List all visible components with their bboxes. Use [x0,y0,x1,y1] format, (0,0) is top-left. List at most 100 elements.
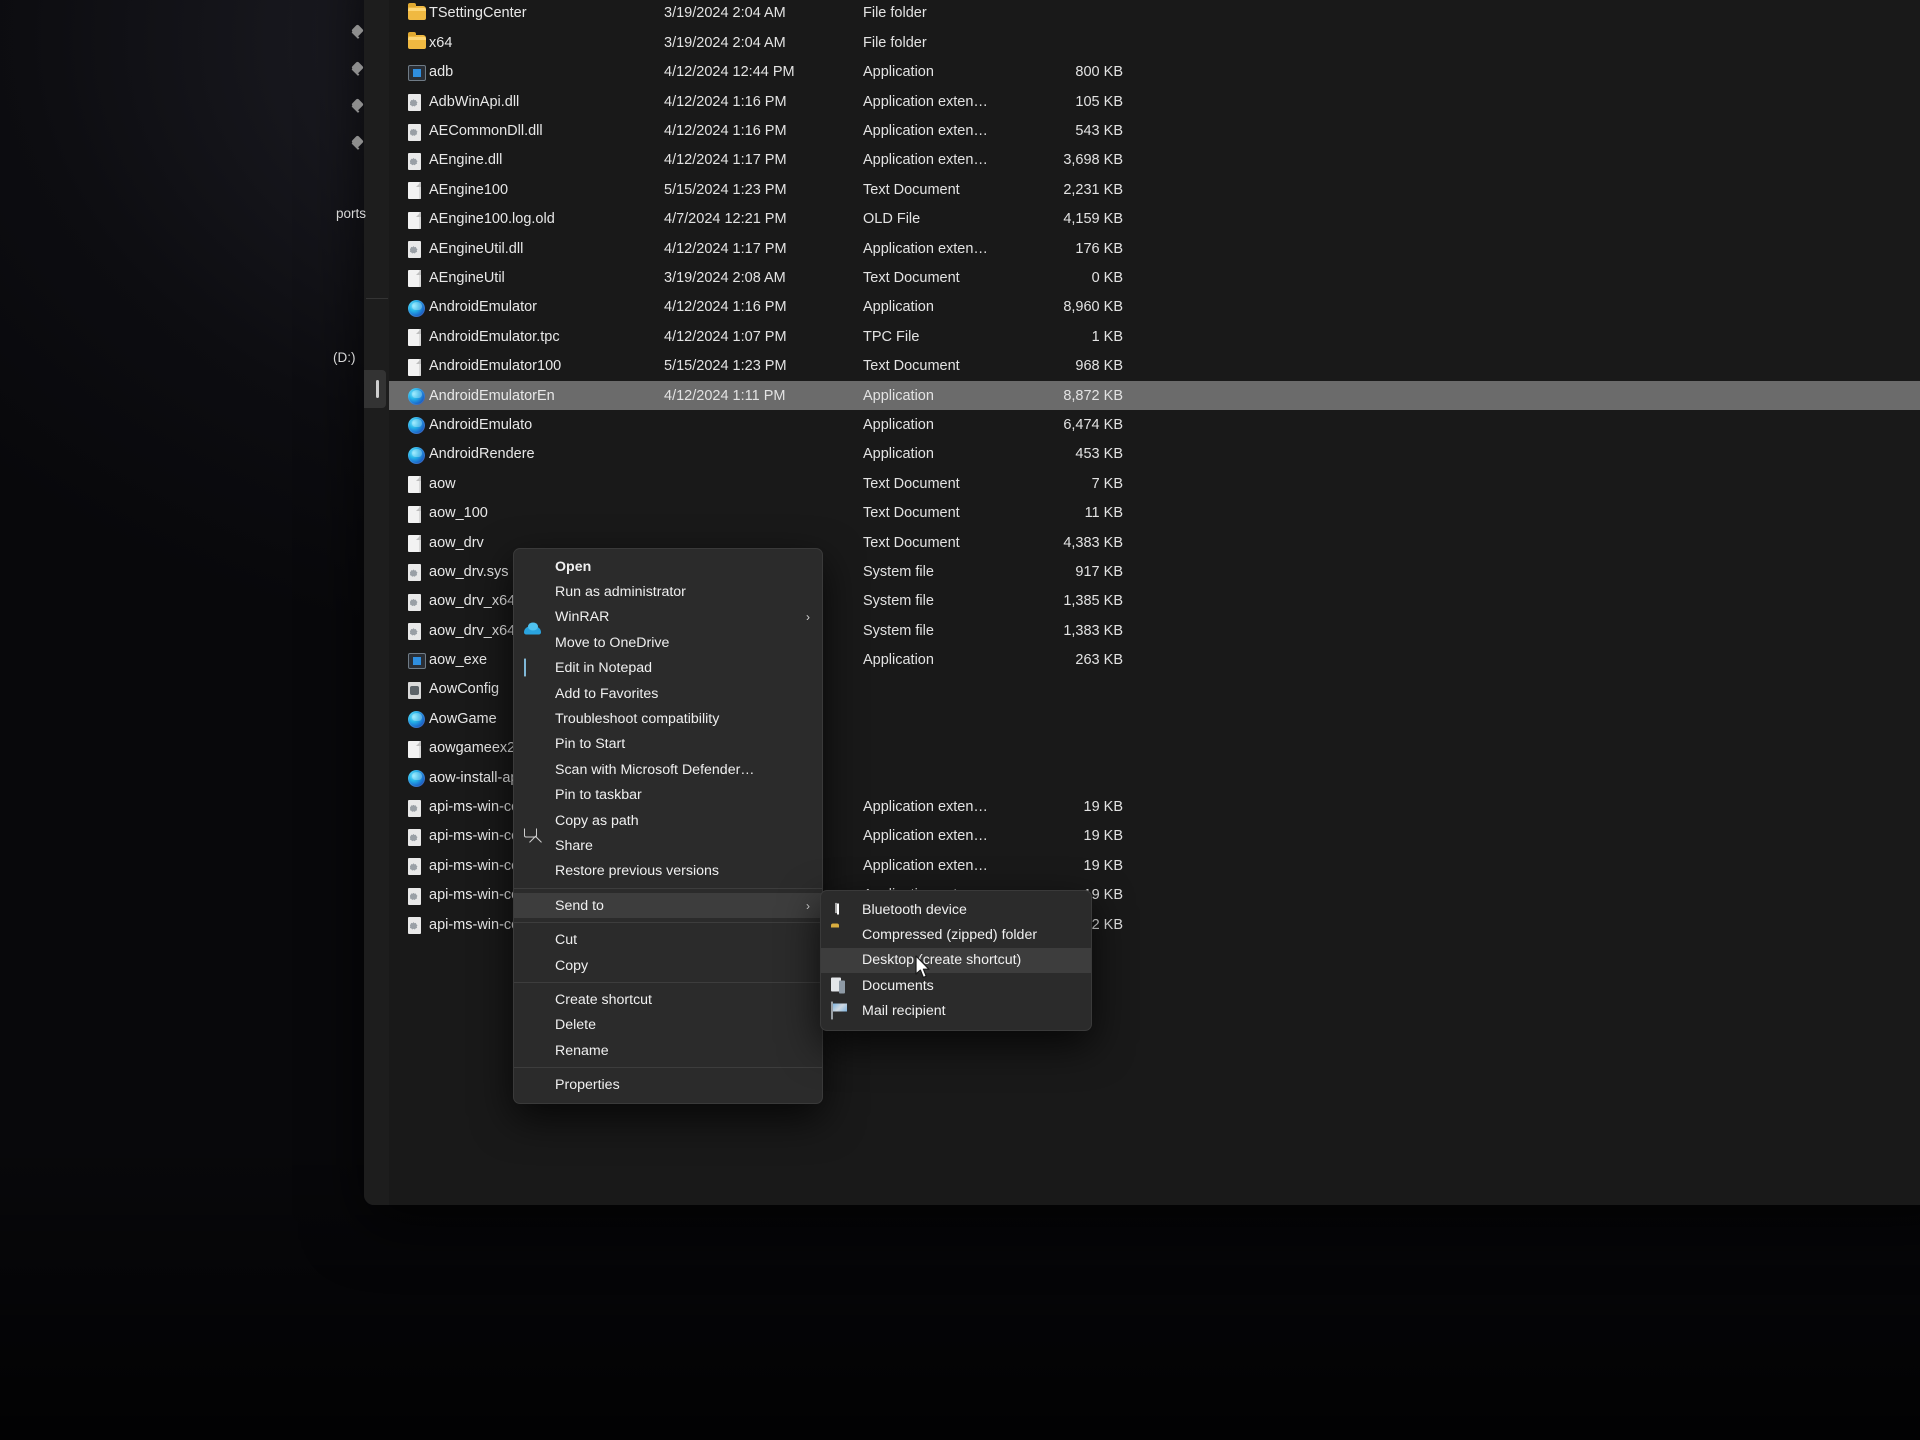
table-row[interactable]: AdbWinApi.dll 4/12/2024 1:16 PM Applicatio… [389,87,1920,116]
file-size: 19 KB [1083,828,1124,845]
menu-item-copy[interactable]: Copy [514,953,822,978]
menu-separator [514,888,822,890]
menu-item-edit-in-notepad[interactable]: Edit in Notepad [514,656,822,681]
table-row[interactable]: adb 4/12/2024 12:44 PM Application 800 KB [389,58,1920,87]
table-row[interactable]: AndroidEmulator100 5/15/2024 1:23 PM Text … [389,351,1920,380]
menu-item-add-to-favorites[interactable]: Add to Favorites [514,681,822,706]
file-name: AndroidEmulator [429,299,537,316]
file-size: 6,474 KB [1063,416,1123,433]
table-row[interactable]: x64 3/19/2024 2:04 AM File folder [389,28,1920,57]
file-icon-cell [403,593,429,611]
table-row[interactable]: AEngine.dll 4/12/2024 1:17 PM Application … [389,146,1920,175]
file-type: Application [863,652,934,669]
file-icon-cell [403,652,429,669]
submenu-item-compressed-zipped-folder[interactable]: Compressed (zipped) folder [821,922,1091,947]
table-row[interactable]: AndroidEmulator.tpc 4/12/2024 1:07 PM TPC … [389,322,1920,351]
submenu-item-desktop-create-shortcut[interactable]: Desktop (create shortcut) [821,947,1091,974]
file-icon-cell [403,299,429,317]
config-icon [407,681,425,699]
documents-icon [831,977,848,994]
pin-icon[interactable] [350,100,365,115]
file-name: AEngine.dll [429,152,503,169]
file-size: 3,698 KB [1063,152,1123,169]
menu-item-open[interactable]: Open [514,554,822,579]
menu-item-scan-with-microsoft-defender[interactable]: Scan with Microsoft Defender… [514,757,822,782]
context-menu[interactable]: Open Run as administrator WinRAR › Move to O… [513,548,823,1104]
sidebar-item-selected-sliver[interactable] [364,370,386,408]
menu-item-copy-as-path[interactable]: Copy as path [514,808,822,833]
menu-item-restore-previous-versions[interactable]: Restore previous versions [514,859,822,884]
table-row[interactable]: AEngine100.log.old 4/7/2024 12:21 PM OLD F… [389,205,1920,234]
edge-app-icon [407,769,425,788]
submenu-item-documents[interactable]: Documents [821,973,1091,998]
file-type: Text Document [863,181,960,198]
table-row[interactable]: AEngine100 5/15/2024 1:23 PM Text Document… [389,175,1920,204]
menu-separator [514,1067,822,1069]
menu-item-send-to[interactable]: Send to › [514,893,822,919]
table-row[interactable]: AEngineUtil.dll 4/12/2024 1:17 PM Applicat… [389,234,1920,263]
menu-item-delete[interactable]: Delete [514,1013,822,1038]
file-size: 7 KB [1091,475,1123,492]
pin-icon[interactable] [350,63,365,78]
file-type: OLD File [863,211,921,228]
file-type: Text Document [863,505,960,522]
file-icon-cell [403,710,429,729]
menu-item-properties[interactable]: Properties [514,1072,822,1097]
file-type: Application exten… [863,799,988,816]
file-name: TSettingCenter [429,5,527,22]
table-row[interactable]: aow Text Document 7 KB [389,469,1920,498]
menu-item-label: Restore previous versions [555,863,720,880]
send-to-submenu[interactable]: Bluetooth device Compressed (zipped) fold… [820,890,1092,1031]
sidebar-label-ports: ports [336,206,367,221]
submenu-item-bluetooth-device[interactable]: Bluetooth device [821,897,1091,922]
file-type: Application [863,299,934,316]
menu-item-label: Create shortcut [555,991,652,1008]
table-row[interactable]: TSettingCenter 3/19/2024 2:04 AM File fold… [389,0,1920,28]
menu-item-move-to-onedrive[interactable]: Move to OneDrive [514,630,822,655]
file-date-modified: 3/19/2024 2:04 AM [664,34,786,51]
menu-item-winrar[interactable]: WinRAR › [514,605,822,630]
table-row[interactable]: AndroidRendere Application 453 KB [389,440,1920,469]
chevron-right-icon: › [806,898,810,913]
file-icon-cell [403,269,429,288]
file-name: x64 [429,34,453,51]
file-type: Application exten… [863,857,988,874]
menu-item-create-shortcut[interactable]: Create shortcut [514,987,822,1012]
menu-item-run-as-administrator[interactable]: Run as administrator [514,579,822,604]
menu-item-rename[interactable]: Rename [514,1038,822,1063]
file-icon-cell [403,32,429,51]
table-row[interactable]: AndroidEmulatorEn 4/12/2024 1:11 PM Applic… [389,380,1920,411]
menu-item-pin-to-start[interactable]: Pin to Start [514,732,822,757]
text-document-icon [407,269,425,288]
file-size: 543 KB [1075,123,1123,140]
menu-item-label: Copy as path [555,812,639,829]
file-date-modified: 4/7/2024 12:21 PM [664,211,787,228]
file-name: AECommonDll.dll [429,123,543,140]
table-row[interactable]: AndroidEmulator 4/12/2024 1:16 PM Applicat… [389,293,1920,322]
menu-item-share[interactable]: Share [514,833,822,858]
table-row[interactable]: aow_100 Text Document 11 KB [389,498,1920,527]
share-icon [524,837,541,854]
menu-item-cut[interactable]: Cut [514,927,822,952]
pin-icon[interactable] [350,26,365,41]
menu-item-label: Delete [555,1017,597,1034]
shield-icon [524,584,541,601]
pin-icon[interactable] [350,137,365,152]
file-icon-cell [403,387,429,406]
file-size: 917 KB [1075,563,1123,580]
file-icon-cell [403,475,429,494]
file-type: File folder [863,34,927,51]
table-row[interactable]: AEngineUtil 3/19/2024 2:08 AM Text Documen… [389,263,1920,292]
file-size: 8,960 KB [1063,299,1123,316]
menu-item-troubleshoot-compatibility[interactable]: Troubleshoot compatibility [514,706,822,731]
file-date-modified: 4/12/2024 1:16 PM [664,93,787,110]
file-date-modified: 4/12/2024 1:07 PM [664,328,787,345]
file-name: AndroidEmulatorEn [429,387,555,404]
file-name: AEngine100 [429,181,509,198]
file-date-modified: 5/15/2024 1:23 PM [664,181,787,198]
menu-item-pin-to-taskbar[interactable]: Pin to taskbar [514,783,822,808]
dll-icon [407,563,425,582]
table-row[interactable]: AECommonDll.dll 4/12/2024 1:16 PM Applicat… [389,116,1920,145]
submenu-item-mail-recipient[interactable]: Mail recipient [821,999,1091,1024]
table-row[interactable]: AndroidEmulato Application 6,474 KB [389,410,1920,439]
